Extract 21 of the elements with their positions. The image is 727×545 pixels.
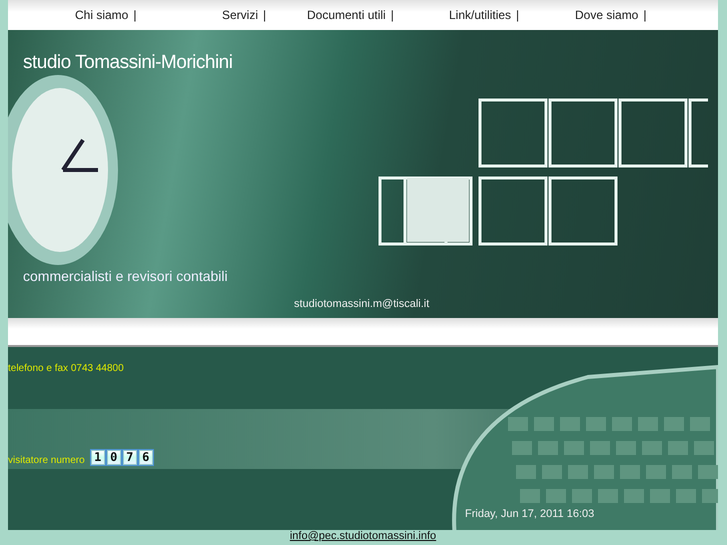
nav-separator: | [133,8,136,22]
nav-separator: | [263,8,266,22]
phone-text: telefono e fax 0743 44800 [8,363,124,374]
counter-digit: 7 [122,450,137,465]
counter-digit: 0 [106,450,121,465]
visitor-label: visitatore numero [8,455,85,466]
nav-link[interactable]: Link/utilities [449,8,512,22]
date-text: Friday, Jun 17, 2011 16:03 [465,508,594,520]
email-text: studiotomassini.m@tiscali.it [294,298,430,310]
site-title: studio Tomassini-Morichini [23,52,232,74]
nav-link[interactable]: Dove siamo [575,8,638,22]
site-subtitle: commercialisti e revisori contabili [23,268,228,284]
nav-separator: | [516,8,520,22]
nav-link[interactable]: Documenti utili [307,8,386,22]
nav-link[interactable]: Servizi [222,8,258,22]
nav-link[interactable]: Chi siamo [75,8,128,22]
counter-digit: 1 [90,450,105,465]
nav-separator: | [643,8,646,22]
nav-separator: | [390,8,394,22]
email-link[interactable]: info@pec.studiotomassini.info [290,530,436,542]
counter-digit: 6 [138,450,153,465]
